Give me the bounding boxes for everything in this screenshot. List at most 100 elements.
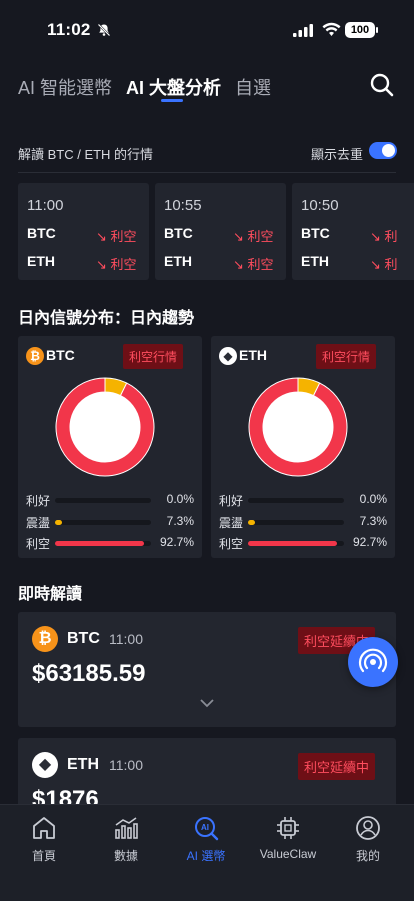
- coin-price: $63185.59: [32, 660, 146, 687]
- svg-text:AI: AI: [201, 823, 209, 832]
- timeline-coin: BTC: [27, 225, 56, 241]
- legend-row-bullish: 利好 0.0%: [219, 492, 387, 508]
- trend-badge: 利空行情: [123, 344, 184, 369]
- live-time: 11:00: [109, 631, 143, 647]
- live-section-title: 即時解讀: [18, 586, 83, 603]
- distribution-title: 日內信號分布：日內趨勢: [18, 310, 195, 327]
- legend-row-bearish: 利空 92.7%: [26, 535, 194, 551]
- dedupe-toggle-label: 顯示去重: [311, 147, 364, 162]
- active-tab-indicator: [161, 99, 183, 102]
- timeline-coin: ETH: [27, 253, 55, 269]
- ethereum-icon: ◆: [219, 347, 237, 365]
- chip-icon: [277, 817, 299, 839]
- legend-track: [248, 520, 344, 525]
- bitcoin-icon: ₿: [32, 626, 58, 652]
- tab-ai-market-analysis[interactable]: AI 大盤分析: [126, 74, 221, 100]
- timeline-signal: ↘ 利: [370, 229, 398, 244]
- live-card-btc[interactable]: ₿ BTC 11:00 利空延續中 $63185.59: [18, 612, 396, 727]
- timeline-signal: ↘ 利空: [96, 257, 137, 272]
- nav-ai-picks[interactable]: AI AI 選幣: [171, 815, 241, 864]
- wifi-icon: [322, 22, 341, 36]
- timeline-signal: ↘ 利空: [233, 257, 274, 272]
- search-icon[interactable]: [369, 72, 395, 98]
- legend-track: [55, 541, 151, 546]
- battery-indicator: 100: [345, 22, 378, 38]
- distribution-card-eth: ◆ ETH 利空行情 利好 0.0% 震盪 7.3% 利空 92.7%: [211, 336, 395, 558]
- toggle-knob: [382, 144, 395, 157]
- bitcoin-icon: ₿: [26, 347, 44, 365]
- legend-label: 利空: [219, 537, 244, 551]
- bell-muted-icon: [97, 23, 111, 37]
- legend-bar: [55, 541, 144, 546]
- timeline-time: 10:50: [301, 197, 339, 214]
- timeline-coin: BTC: [301, 225, 330, 241]
- timeline-signal: ↘ 利: [370, 257, 398, 272]
- legend-bar: [55, 520, 62, 525]
- market-scope-label: 解讀 BTC / ETH 的行情: [18, 147, 154, 162]
- status-time: 11:02: [47, 20, 91, 39]
- timeline-time: 11:00: [27, 197, 64, 214]
- live-card-eth[interactable]: ◆ ETH 11:00 利空延續中 $1876: [18, 738, 396, 804]
- chevron-down-icon[interactable]: [200, 699, 214, 708]
- coin-name: ETH: [239, 347, 267, 363]
- profile-icon: [356, 816, 380, 840]
- timeline-signal: ↘ 利空: [233, 229, 274, 244]
- donut-hole: [263, 392, 333, 462]
- nav-home[interactable]: 首頁: [9, 815, 79, 864]
- legend-label: 利好: [26, 494, 51, 508]
- legend-percent: 92.7%: [352, 535, 387, 549]
- timeline-signal: ↘ 利空: [96, 229, 137, 244]
- legend-percent: 0.0%: [166, 492, 194, 506]
- legend-row-ranging: 震盪 7.3%: [26, 514, 194, 530]
- bottom-navigation: 首頁 數據 AI AI 選幣 ValueClaw 我的: [0, 804, 414, 901]
- ai-search-icon: AI: [195, 817, 219, 841]
- legend-label: 震盪: [219, 516, 244, 530]
- legend-percent: 7.3%: [166, 514, 194, 528]
- floating-broadcast-button[interactable]: [348, 637, 398, 687]
- tab-watchlist[interactable]: 自選: [235, 74, 271, 100]
- coin-name: BTC: [67, 630, 100, 647]
- coin-price: $1876: [32, 786, 99, 804]
- legend-track: [248, 498, 344, 503]
- nav-label: AI 選幣: [186, 849, 226, 863]
- donut-chart: [248, 377, 348, 477]
- distribution-card-btc: ₿ BTC 利空行情 利好 0.0% 震盪 7.3% 利空 92.7%: [18, 336, 202, 558]
- nav-label: ValueClaw: [259, 847, 317, 861]
- nav-label: 我的: [355, 849, 380, 863]
- timeline-time: 10:55: [164, 197, 202, 214]
- legend-row-bearish: 利空 92.7%: [219, 535, 387, 551]
- nav-profile[interactable]: 我的: [333, 815, 403, 864]
- legend-label: 震盪: [26, 516, 51, 530]
- divider: [18, 172, 396, 173]
- nav-valueclaw[interactable]: ValueClaw: [253, 815, 323, 861]
- legend-bar: [248, 520, 255, 525]
- legend-label: 利好: [219, 494, 244, 508]
- nav-label: 首頁: [31, 849, 56, 863]
- cellular-signal-icon: [293, 24, 313, 37]
- timeline-card[interactable]: 10:55 BTC ↘ 利空 ETH ↘ 利空: [155, 183, 286, 280]
- live-time: 11:00: [109, 757, 143, 773]
- timeline-coin: BTC: [164, 225, 193, 241]
- nav-label: 數據: [113, 849, 138, 863]
- coin-name: BTC: [46, 347, 75, 363]
- donut-hole: [70, 392, 140, 462]
- nav-data[interactable]: 數據: [91, 815, 161, 864]
- home-icon: [33, 817, 55, 839]
- trend-badge: 利空行情: [316, 344, 377, 369]
- chart-icon: [115, 817, 138, 839]
- broadcast-icon: [358, 648, 388, 673]
- timeline-card[interactable]: 11:00 BTC ↘ 利空 ETH ↘ 利空: [18, 183, 149, 280]
- timeline-coin: ETH: [301, 253, 329, 269]
- dedupe-toggle[interactable]: [369, 142, 397, 159]
- tab-ai-coin-picking[interactable]: AI 智能選幣: [18, 74, 112, 100]
- legend-row-bullish: 利好 0.0%: [26, 492, 194, 508]
- legend-label: 利空: [26, 537, 51, 551]
- timeline-card[interactable]: 10:50 BTC ↘ 利 ETH ↘ 利: [292, 183, 414, 280]
- donut-chart: [55, 377, 155, 477]
- legend-track: [55, 498, 151, 503]
- trend-badge: 利空延續中: [298, 753, 376, 780]
- legend-track: [248, 541, 344, 546]
- legend-row-ranging: 震盪 7.3%: [219, 514, 387, 530]
- legend-percent: 92.7%: [159, 535, 194, 549]
- legend-bar: [248, 541, 337, 546]
